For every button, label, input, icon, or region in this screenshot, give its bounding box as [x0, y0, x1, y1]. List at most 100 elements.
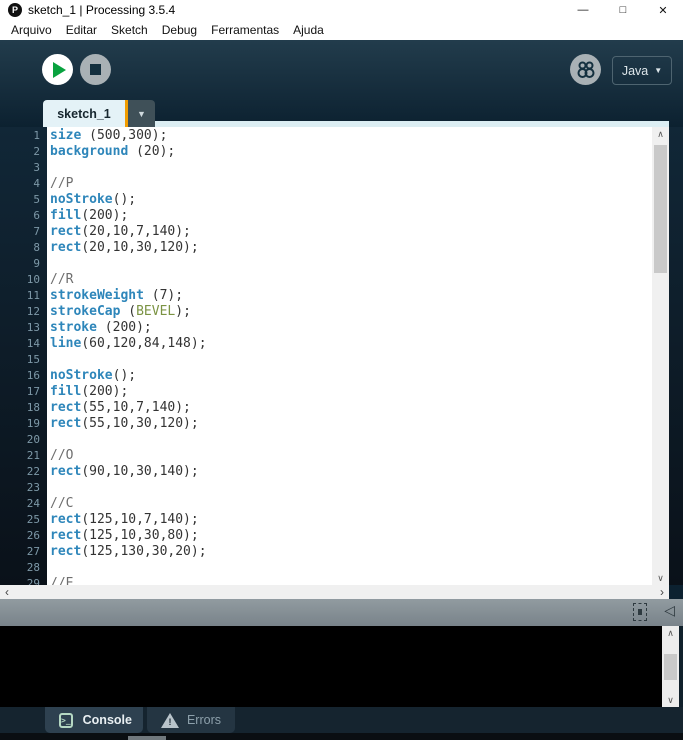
line-number: 12: [26, 305, 40, 318]
code-text: background (20);: [50, 144, 176, 159]
code-line: 19 rect(55,10,30,120);: [0, 416, 652, 432]
run-button[interactable]: [42, 54, 73, 85]
code-text: //C: [50, 496, 74, 511]
warning-icon: !: [161, 712, 179, 728]
code-text: //O: [50, 448, 74, 463]
processing-logo-icon: P: [8, 3, 22, 17]
scroll-down-icon[interactable]: ∨: [652, 571, 669, 585]
mode-selector[interactable]: Java ▼: [612, 56, 672, 85]
scroll-up-icon[interactable]: ∧: [652, 127, 669, 141]
line-number: 1: [33, 129, 40, 142]
scroll-right-icon[interactable]: ›: [655, 585, 669, 599]
code-line: 14 line(60,120,84,148);: [0, 336, 652, 352]
editor-horizontal-scrollbar[interactable]: ‹ ›: [0, 585, 669, 599]
line-number: 15: [26, 353, 40, 366]
line-number: 27: [26, 545, 40, 558]
code-text: //R: [50, 272, 74, 287]
minimize-button[interactable]: —: [563, 0, 603, 20]
code-line: 10 //R: [0, 272, 652, 288]
chevron-down-icon: ▼: [137, 108, 146, 119]
menu-editar[interactable]: Editar: [59, 23, 104, 37]
code-text: stroke (200);: [50, 320, 152, 335]
code-line: 1 size (500,300);: [0, 128, 652, 144]
tab-console[interactable]: >_ Console: [45, 707, 143, 733]
code-line: 13 stroke (200);: [0, 320, 652, 336]
console-scroll-thumb[interactable]: [664, 654, 677, 680]
code-text: strokeWeight (7);: [50, 288, 184, 303]
bottom-tab-bar: >_ Console ! Errors: [0, 707, 683, 733]
line-number: 25: [26, 513, 40, 526]
debug-button[interactable]: [570, 54, 601, 85]
scroll-down-icon[interactable]: ∨: [662, 693, 679, 707]
code-text: strokeCap (BEVEL);: [50, 304, 191, 319]
mode-label: Java: [621, 63, 649, 78]
code-line: 3: [0, 160, 652, 176]
scroll-left-icon[interactable]: ‹: [0, 585, 14, 599]
code-line: 15: [0, 352, 652, 368]
line-number: 13: [26, 321, 40, 334]
tab-errors[interactable]: ! Errors: [147, 707, 235, 733]
code-text: //E: [50, 576, 74, 585]
collapse-console-icon[interactable]: ◁: [664, 602, 675, 619]
code-text: rect(125,130,30,20);: [50, 544, 207, 559]
menu-ajuda[interactable]: Ajuda: [286, 23, 331, 37]
console-copy-icon[interactable]: [633, 603, 647, 621]
code-line: 5 noStroke();: [0, 192, 652, 208]
line-number: 24: [26, 497, 40, 510]
line-number: 6: [33, 209, 40, 222]
tab-menu-button[interactable]: ▼: [128, 100, 155, 127]
stop-button[interactable]: [80, 54, 111, 85]
editor-vertical-scrollbar[interactable]: ∧ ∨: [652, 127, 669, 585]
line-number: 26: [26, 529, 40, 542]
code-text: fill(200);: [50, 384, 129, 399]
menu-bar: Arquivo Editar Sketch Debug Ferramentas …: [0, 20, 683, 40]
code-line: 7 rect(20,10,7,140);: [0, 224, 652, 240]
tab-label: sketch_1: [57, 106, 111, 121]
menu-sketch[interactable]: Sketch: [104, 23, 155, 37]
code-line: 12 strokeCap (BEVEL);: [0, 304, 652, 320]
scroll-up-icon[interactable]: ∧: [662, 626, 679, 640]
editor-scroll-thumb[interactable]: [654, 145, 667, 273]
maximize-button[interactable]: □: [603, 0, 643, 20]
line-number: 28: [26, 561, 40, 574]
console-horizontal-scrollbar[interactable]: [0, 733, 683, 740]
code-text: rect(20,10,30,120);: [50, 240, 199, 255]
console-vertical-scrollbar[interactable]: ∧ ∨: [662, 626, 679, 707]
code-line: 26 rect(125,10,30,80);: [0, 528, 652, 544]
console-output[interactable]: [0, 626, 662, 707]
line-number: 14: [26, 337, 40, 350]
code-line: 9: [0, 256, 652, 272]
code-line: 27 rect(125,130,30,20);: [0, 544, 652, 560]
code-line: 24 //C: [0, 496, 652, 512]
line-number: 7: [33, 225, 40, 238]
console-hscroll-thumb[interactable]: [128, 736, 166, 740]
editor-region: 1 size (500,300); 2 background (20); 3 4//P 5 n…: [0, 127, 683, 585]
code-line: 16 noStroke();: [0, 368, 652, 384]
title-bar[interactable]: P sketch_1 | Processing 3.5.4 — □ ✕: [0, 0, 683, 20]
line-number: 4: [33, 177, 40, 190]
line-number: 18: [26, 401, 40, 414]
stop-icon: [90, 64, 101, 75]
code-line: 28: [0, 560, 652, 576]
line-number: 23: [26, 481, 40, 494]
play-icon: [53, 61, 66, 78]
code-line: 29 //E: [0, 576, 652, 585]
chevron-down-icon: ▼: [654, 66, 663, 75]
close-button[interactable]: ✕: [643, 0, 683, 20]
code-text: fill(200);: [50, 208, 129, 223]
console-divider-bar[interactable]: ◁: [0, 599, 683, 626]
menu-arquivo[interactable]: Arquivo: [4, 23, 59, 37]
code-line: 17 fill(200);: [0, 384, 652, 400]
tab-sketch-1[interactable]: sketch_1: [43, 100, 125, 127]
code-line: 6 fill(200);: [0, 208, 652, 224]
line-number: 29: [26, 577, 40, 585]
code-line: 23: [0, 480, 652, 496]
menu-debug[interactable]: Debug: [155, 23, 204, 37]
line-number: 11: [26, 289, 40, 302]
menu-ferramentas[interactable]: Ferramentas: [204, 23, 286, 37]
line-number: 8: [33, 241, 40, 254]
line-number: 3: [33, 161, 40, 174]
